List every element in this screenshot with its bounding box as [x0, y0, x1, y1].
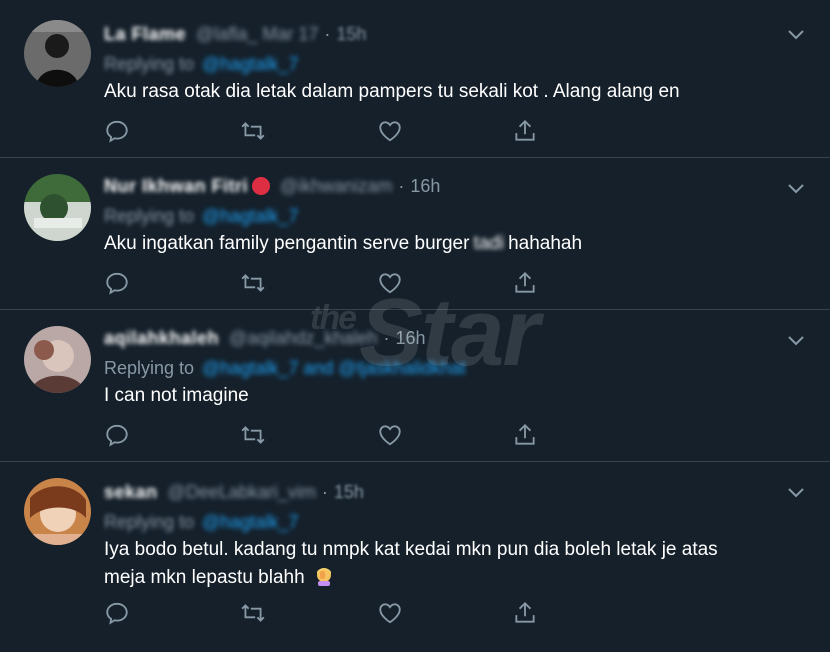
- reply-icon[interactable]: [104, 270, 132, 298]
- retweet-icon[interactable]: [240, 600, 268, 628]
- timestamp[interactable]: 15h: [334, 482, 364, 503]
- heart-icon[interactable]: [377, 600, 405, 628]
- censored-word: tadi: [473, 233, 505, 254]
- username[interactable]: @lafla_ Mar 17: [196, 24, 318, 45]
- replying-to-label: Replying to: [104, 53, 195, 74]
- action-bar: [104, 270, 544, 298]
- mention-link[interactable]: @hagtalk_7: [202, 54, 298, 75]
- mention-link[interactable]: @hagtalk_7: [202, 206, 298, 227]
- heart-icon[interactable]: [377, 118, 405, 146]
- display-name[interactable]: sekan: [104, 482, 158, 503]
- chevron-down-icon[interactable]: [786, 178, 806, 198]
- retweet-icon[interactable]: [240, 270, 268, 298]
- reply-icon[interactable]: [104, 118, 132, 146]
- woman-facepalming-icon: [314, 566, 334, 586]
- timestamp[interactable]: 16h: [410, 176, 440, 197]
- tweet-text-line-wrap: meja mkn lepastu blahh: [104, 564, 804, 592]
- tweet-text-part: hahahah: [508, 233, 583, 254]
- tweet-1[interactable]: La Flame @lafla_ Mar 17 · 15h Replying t…: [0, 0, 830, 158]
- separator-dot: ·: [321, 481, 328, 502]
- display-name[interactable]: Nur Ikhwan Fitri: [104, 176, 248, 197]
- replying-to: Replying to @hagtalk_7 and @tjaskhalidkh…: [104, 356, 466, 380]
- chevron-down-icon[interactable]: [786, 24, 806, 44]
- replying-to: Replying to @hagtalk_7: [104, 510, 298, 534]
- separator-dot: ·: [398, 175, 405, 196]
- red-circle-icon: [252, 177, 271, 195]
- action-bar: [104, 118, 544, 146]
- replying-to: Replying to @hagtalk_7: [104, 52, 298, 76]
- tweet-text-line: meja mkn lepastu blahh: [104, 567, 305, 588]
- retweet-icon[interactable]: [240, 422, 268, 450]
- timestamp[interactable]: 16h: [395, 328, 425, 349]
- action-bar: [104, 600, 544, 628]
- share-icon[interactable]: [512, 270, 540, 298]
- chevron-down-icon[interactable]: [786, 482, 806, 502]
- tweet-text-line: Iya bodo betul. kadang tu nmpk kat kedai…: [104, 539, 718, 560]
- tweet-4[interactable]: sekan @DeeLabkari_vim · 15h Replying to …: [0, 462, 830, 652]
- reply-feed: La Flame @lafla_ Mar 17 · 15h Replying t…: [0, 0, 830, 652]
- chevron-down-icon[interactable]: [786, 330, 806, 350]
- heart-icon[interactable]: [377, 422, 405, 450]
- replying-to-label: Replying to: [104, 205, 195, 226]
- replying-to: Replying to @hagtalk_7: [104, 204, 298, 228]
- action-bar: [104, 422, 544, 450]
- tweet-header: aqilahkhaleh @aqilahdz_khaleh · 16h: [104, 326, 425, 350]
- username[interactable]: @ikhwanizam: [280, 176, 392, 197]
- reply-icon[interactable]: [104, 600, 132, 628]
- replying-to-label: Replying to: [104, 357, 195, 378]
- avatar[interactable]: [24, 20, 91, 87]
- retweet-icon[interactable]: [240, 118, 268, 146]
- avatar[interactable]: [24, 326, 91, 393]
- mention-link[interactable]: @hagtalk_7: [202, 512, 298, 533]
- reply-icon[interactable]: [104, 422, 132, 450]
- username[interactable]: @DeeLabkari_vim: [168, 482, 316, 503]
- tweet-2[interactable]: Nur Ikhwan Fitri @ikhwanizam · 16h Reply…: [0, 158, 830, 310]
- tweet-header: sekan @DeeLabkari_vim · 15h: [104, 480, 364, 504]
- tweet-text: I can not imagine: [104, 385, 249, 406]
- replying-to-label: Replying to: [104, 511, 195, 532]
- separator-dot: ·: [383, 327, 390, 348]
- tweet-3[interactable]: aqilahkhaleh @aqilahdz_khaleh · 16h Repl…: [0, 310, 830, 462]
- username[interactable]: @aqilahdz_khaleh: [229, 328, 377, 349]
- separator-dot: ·: [324, 23, 331, 44]
- avatar[interactable]: [24, 478, 91, 545]
- tweet-text: Aku rasa otak dia letak dalam pampers tu…: [104, 81, 680, 102]
- timestamp[interactable]: 15h: [336, 24, 366, 45]
- display-name[interactable]: La Flame: [104, 24, 186, 45]
- share-icon[interactable]: [512, 422, 540, 450]
- tweet-header: La Flame @lafla_ Mar 17 · 15h: [104, 22, 366, 46]
- display-name[interactable]: aqilahkhaleh: [104, 328, 219, 349]
- tweet-text: Aku ingatkan family pengantin serve burg…: [104, 230, 804, 258]
- tweet-text-part: Aku ingatkan family pengantin serve burg…: [104, 233, 470, 254]
- heart-icon[interactable]: [377, 270, 405, 298]
- tweet-header: Nur Ikhwan Fitri @ikhwanizam · 16h: [104, 174, 440, 198]
- share-icon[interactable]: [512, 600, 540, 628]
- tweet-text: Iya bodo betul. kadang tu nmpk kat kedai…: [104, 536, 804, 592]
- share-icon[interactable]: [512, 118, 540, 146]
- mention-link[interactable]: @hagtalk_7 and @tjaskhalidkhat: [202, 358, 466, 379]
- avatar[interactable]: [24, 174, 91, 241]
